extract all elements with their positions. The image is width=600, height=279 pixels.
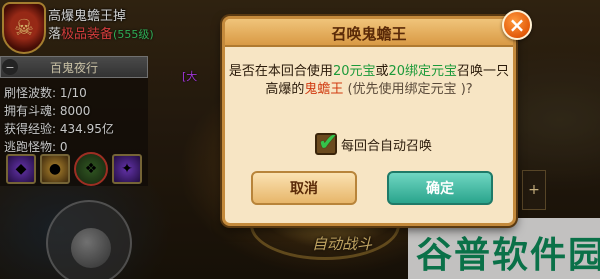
confirm-button[interactable]: 确定 <box>387 171 493 205</box>
auto-summon-checkbox[interactable]: ✔ <box>315 128 338 156</box>
msg-text: 是否在本回合使用 <box>228 64 333 79</box>
msg-text: 召唤一只 <box>457 64 510 79</box>
boss-name: 鬼蟾王 <box>304 82 344 97</box>
checkmark-icon: ✔ <box>318 128 339 156</box>
dialog-title: 召唤鬼蟾王 <box>331 25 407 43</box>
msg-text: 或 <box>375 64 389 79</box>
dialog-message-line1: 是否在本回合使用20元宝或20绑定元宝召唤一只 <box>225 63 513 81</box>
cancel-button[interactable]: 取消 <box>251 171 357 205</box>
cost-bound-ingot: 20绑定元宝 <box>388 64 458 79</box>
auto-summon-row[interactable]: ✔ 每回合自动召唤 <box>315 128 433 156</box>
msg-text: (优先使用绑定元宝 )? <box>347 82 473 97</box>
auto-summon-label: 每回合自动召唤 <box>341 138 433 154</box>
close-icon[interactable]: × <box>502 10 532 40</box>
dialog-message-line2: 高爆的鬼蟾王 (优先使用绑定元宝 )? <box>225 81 513 99</box>
cost-ingot: 20元宝 <box>332 64 376 79</box>
msg-text: 高爆的 <box>265 82 305 97</box>
summon-dialog: 召唤鬼蟾王 是否在本回合使用20元宝或20绑定元宝召唤一只 高爆的鬼蟾王 (优先… <box>222 16 516 226</box>
